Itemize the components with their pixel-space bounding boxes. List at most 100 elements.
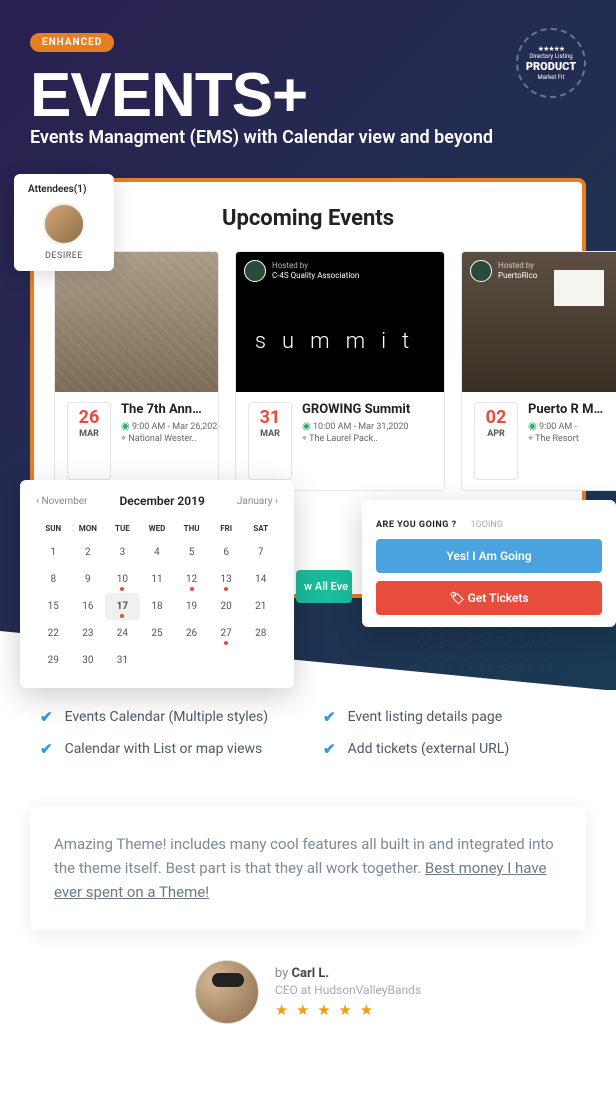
calendar-dow: MON (71, 518, 106, 539)
calendar-day[interactable]: 7 (243, 539, 278, 566)
calendar-month: December 2019 (119, 494, 204, 508)
ticket-icon: 🏷 (449, 591, 467, 605)
calendar-next-button[interactable]: January › (237, 496, 278, 507)
event-location: ⌖ National Wester.. (121, 434, 206, 444)
calendar-day[interactable]: 21 (243, 593, 278, 620)
event-card[interactable]: Hosted byPuertoRico 02 APR Puerto R MedC… (461, 251, 616, 491)
features-list: ✔Events Calendar (Multiple styles) ✔Even… (0, 690, 616, 776)
event-card[interactable]: Hosted byC-4S Quality Association summit… (235, 251, 445, 491)
attendees-card: Attendees(1) DESIREE (14, 174, 114, 271)
calendar-day[interactable]: 16 (71, 593, 106, 620)
clock-icon: ◉ (121, 421, 130, 432)
author-avatar (195, 960, 259, 1024)
calendar-day[interactable]: 12 (174, 566, 209, 593)
calendar-day[interactable]: 22 (36, 620, 71, 647)
calendar-day[interactable]: 17 (105, 593, 140, 620)
host-logo-icon (244, 260, 266, 282)
event-location: ⌖ The Laurel Pack.. (302, 434, 432, 444)
calendar-day[interactable]: 2 (71, 539, 106, 566)
calendar-day[interactable]: 28 (243, 620, 278, 647)
calendar-dow: FRI (209, 518, 244, 539)
calendar-dow: TUE (105, 518, 140, 539)
view-all-events-button[interactable]: w All Eve (296, 570, 352, 603)
calendar-day[interactable]: 20 (209, 593, 244, 620)
event-time: ◉ 9:00 AM - (528, 421, 608, 432)
calendar-dow: THU (174, 518, 209, 539)
calendar-day[interactable]: 13 (209, 566, 244, 593)
calendar-prev-button[interactable]: ‹ November (36, 496, 87, 507)
host-bar: Hosted byPuertoRico (462, 252, 616, 290)
attendee-avatar[interactable] (43, 203, 85, 245)
calendar-day[interactable]: 26 (174, 620, 209, 647)
upcoming-events-heading: Upcoming Events (54, 206, 562, 231)
event-image: Hosted byPuertoRico (462, 252, 616, 392)
host-logo-icon (470, 260, 492, 282)
event-time: ◉ 10:00 AM - Mar 31,2020 (302, 421, 432, 432)
check-icon: ✔ (40, 740, 53, 758)
going-button[interactable]: Yes! I Am Going (376, 539, 602, 573)
calendar-day[interactable]: 10 (105, 566, 140, 593)
event-title: Puerto R MedCan (528, 402, 608, 417)
calendar-day[interactable]: 11 (140, 566, 175, 593)
calendar-dow: SAT (243, 518, 278, 539)
host-bar: Hosted byC-4S Quality Association (236, 252, 444, 290)
get-tickets-button[interactable]: 🏷 Get Tickets (376, 581, 602, 615)
calendar-dow: WED (140, 518, 175, 539)
event-location: ⌖ The Resort (528, 434, 608, 444)
calendar-day[interactable]: 15 (36, 593, 71, 620)
calendar-day[interactable]: 30 (71, 647, 106, 674)
calendar-day[interactable]: 29 (36, 647, 71, 674)
calendar-day[interactable]: 23 (71, 620, 106, 647)
enhanced-badge: ENHANCED (30, 33, 114, 52)
feature-item: ✔Events Calendar (Multiple styles) (40, 708, 293, 726)
page-subtitle: Events Managment (EMS) with Calendar vie… (30, 127, 586, 148)
pin-icon: ⌖ (302, 434, 307, 444)
calendar-day[interactable]: 31 (105, 647, 140, 674)
event-card[interactable]: Hosted bypany 26 MAR The 7th Annual... ◉… (54, 251, 219, 491)
check-icon: ✔ (323, 708, 336, 726)
rsvp-count: 1GOING (471, 520, 503, 530)
calendar-day[interactable]: 9 (71, 566, 106, 593)
testimonial-card: Amazing Theme! includes many cool featur… (30, 806, 586, 930)
calendar-dow: SUN (36, 518, 71, 539)
clock-icon: ◉ (302, 421, 311, 432)
pin-icon: ⌖ (121, 434, 126, 444)
check-icon: ✔ (40, 708, 53, 726)
star-rating: ★ ★ ★ ★ ★ (275, 1001, 421, 1019)
event-cards-row: Hosted bypany 26 MAR The 7th Annual... ◉… (54, 251, 562, 491)
calendar-day[interactable]: 25 (140, 620, 175, 647)
page-title: EVENTS+ (30, 60, 586, 131)
pin-icon: ⌖ (528, 434, 533, 444)
feature-item: ✔Event listing details page (323, 708, 576, 726)
calendar-day[interactable]: 8 (36, 566, 71, 593)
attendees-title: Attendees(1) (28, 184, 100, 195)
event-title: GROWING Summit (302, 402, 432, 417)
event-date: 02 APR (474, 402, 518, 480)
feature-item: ✔Add tickets (external URL) (323, 740, 576, 758)
testimonial-author: by Carl L. CEO at HudsonValleyBands ★ ★ … (0, 960, 616, 1024)
product-seal: ★★★★★ Directory Listing PRODUCT Market F… (516, 28, 586, 98)
event-date: 26 MAR (67, 402, 111, 480)
event-image: Hosted byC-4S Quality Association summit (236, 252, 444, 392)
calendar-day[interactable]: 4 (140, 539, 175, 566)
calendar-day[interactable]: 19 (174, 593, 209, 620)
author-role: CEO at HudsonValleyBands (275, 983, 421, 997)
event-date: 31 MAR (248, 402, 292, 480)
calendar-day[interactable]: 6 (209, 539, 244, 566)
summit-logo: summit (236, 290, 444, 392)
feature-item: ✔Calendar with List or map views (40, 740, 293, 758)
calendar-day[interactable]: 14 (243, 566, 278, 593)
check-icon: ✔ (323, 740, 336, 758)
attendee-name: DESIREE (28, 251, 100, 261)
calendar-day[interactable]: 27 (209, 620, 244, 647)
event-time: ◉ 9:00 AM - Mar 26,2020 (121, 421, 206, 432)
calendar-day[interactable]: 5 (174, 539, 209, 566)
calendar-day[interactable]: 1 (36, 539, 71, 566)
rsvp-card: ARE YOU GOING ? 1GOING Yes! I Am Going 🏷… (362, 500, 616, 627)
author-name: Carl L. (292, 966, 330, 981)
clock-icon: ◉ (528, 421, 537, 432)
calendar-day[interactable]: 18 (140, 593, 175, 620)
event-image: Hosted bypany (55, 252, 218, 392)
calendar-day[interactable]: 24 (105, 620, 140, 647)
calendar-day[interactable]: 3 (105, 539, 140, 566)
